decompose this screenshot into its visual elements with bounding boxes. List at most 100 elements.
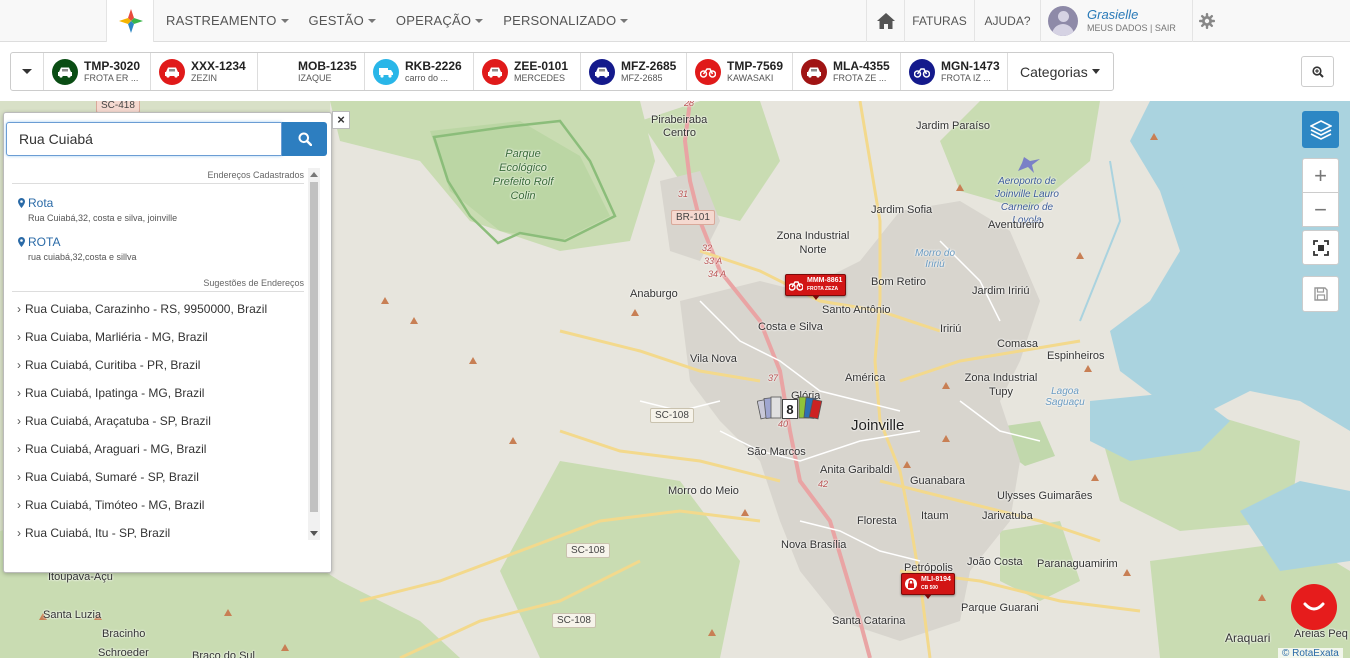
chevron-right-icon: › [17, 498, 21, 512]
address-suggestion-item[interactable]: › Rua Cuiabá, Curitiba - PR, Brazil [12, 351, 304, 379]
cluster-count: 8 [782, 399, 798, 419]
layers-button[interactable] [1302, 111, 1339, 148]
vehicle-list-dropdown[interactable] [11, 53, 44, 90]
menu-gestao[interactable]: GESTÃO [299, 0, 386, 42]
fit-bounds-button[interactable] [1302, 230, 1339, 265]
map-label: Costa e Silva [758, 321, 823, 333]
saved-address-item[interactable]: ROTA rua cuiabá,32,costa e sillva [12, 223, 304, 262]
vehicle-name: FROTA ER ... [84, 73, 139, 83]
map-label: Lagoa Saguaçu [1045, 386, 1085, 408]
search-button[interactable] [282, 122, 327, 156]
map-label: Comasa [997, 338, 1038, 350]
map-label: Schroeder [98, 647, 149, 658]
road-shield: BR-101 [671, 210, 715, 225]
zoom-in-button[interactable]: + [1302, 158, 1339, 193]
road-number: 37 [768, 373, 779, 383]
menu-rastreamento[interactable]: RASTREAMENTO [156, 0, 299, 42]
vehicle-plate: MOB-1235 [298, 59, 357, 73]
vehicle-chip[interactable]: MFZ-2685 MFZ-2685 [581, 53, 687, 90]
vehicle-chip[interactable]: TMP-7569 KAWASAKI [687, 53, 793, 90]
vehicle-name: FROTA IZ ... [941, 73, 991, 83]
vehicle-name: ZEZIN [191, 73, 217, 83]
scroll-thumb[interactable] [310, 182, 318, 512]
menu-personalizado[interactable]: PERSONALIZADO [493, 0, 638, 42]
user-name: Grasielle [1087, 7, 1139, 22]
map-label: Jardim Iririú [972, 285, 1030, 297]
vehicle-chip[interactable]: XXX-1234 ZEZIN [151, 53, 258, 90]
results-scrollbar[interactable] [308, 168, 320, 540]
address-suggestion-item[interactable]: › Rua Cuiabá, Ipatinga - MG, Brazil [12, 379, 304, 407]
marker-name: FROTA ZEZA [807, 286, 839, 292]
suggestion-text: Rua Cuiaba, Marliéria - MG, Brazil [25, 330, 208, 344]
vehicle-marker[interactable]: MLI-8194 CB 500 [901, 573, 955, 599]
vehicle-marker[interactable]: MMM-8861 FROTA ZEZA [785, 274, 847, 300]
vehicle-chip[interactable]: RKB-2226 carro do ... [365, 53, 474, 90]
map-label: Guanabara [910, 475, 966, 487]
address-suggestion-item[interactable]: › Rua Cuiaba, Marliéria - MG, Brazil [12, 323, 304, 351]
map-label: Iririú [940, 323, 962, 335]
map-label: Jardim Paraíso [916, 120, 990, 132]
vehicle-chip[interactable]: ZEE-0101 MERCEDES [474, 53, 581, 90]
map-label: Jarivatuba [982, 510, 1033, 522]
vehicle-cluster[interactable]: 8 [756, 396, 823, 426]
vehicle-chip[interactable]: MGN-1473 FROTA IZ ... [901, 53, 1008, 90]
scroll-up-icon[interactable] [310, 172, 318, 177]
road-shield: SC-108 [552, 613, 596, 628]
vehicle-plate: TMP-7569 [727, 59, 784, 73]
settings-button[interactable] [1192, 0, 1220, 42]
saved-address-text: rua cuiabá,32,costa e sillva [28, 252, 137, 262]
address-suggestion-item[interactable]: › Rua Cuiabá, Itu - SP, Brazil [12, 519, 304, 538]
save-map-button[interactable] [1302, 276, 1339, 312]
vehicle-chip[interactable]: MLA-4355 FROTA ZE ... [793, 53, 901, 90]
map-credit[interactable]: © RotaExata [1278, 648, 1343, 658]
saved-address-item[interactable]: Rota Rua Cuiabá,32, costa e silva, joinvi… [12, 184, 304, 223]
map-label: Anita Garibaldi [820, 464, 893, 476]
vehicle-plate: RKB-2226 [405, 59, 462, 73]
map-label: Santa Catarina [832, 615, 906, 627]
user-links[interactable]: MEUS DADOS | SAIR [1087, 22, 1176, 35]
chevron-right-icon: › [17, 330, 21, 344]
zoom-search-button[interactable] [1301, 56, 1334, 87]
vehicle-plate: TMP-3020 [84, 59, 141, 73]
chevron-right-icon: › [17, 358, 21, 372]
close-search-button[interactable]: × [332, 111, 350, 129]
chat-button[interactable] [1291, 584, 1337, 630]
search-results: Endereços Cadastrados Rota Rua Cuiabá,32,… [12, 168, 304, 538]
zoom-out-button[interactable]: − [1302, 192, 1339, 227]
vehicle-name: IZAQUE [298, 73, 332, 83]
motorcycle-icon [695, 58, 721, 85]
car-icon [159, 58, 185, 85]
search-icon [298, 132, 312, 146]
chevron-down-icon [475, 19, 484, 23]
address-suggestion-item[interactable]: › Rua Cuiaba, Carazinho - RS, 9950000, Br… [12, 295, 304, 323]
scroll-down-icon[interactable] [310, 531, 318, 536]
map-label: Santo Antônio [822, 304, 891, 316]
fullscreen-icon [1312, 239, 1329, 256]
vehicle-chip[interactable]: MOB-1235 IZAQUE [258, 53, 365, 90]
categories-dropdown[interactable]: Categorias [1008, 53, 1112, 90]
brand-logo[interactable] [106, 0, 154, 42]
faturas-link[interactable]: FATURAS [904, 0, 974, 42]
menu-operacao[interactable]: OPERAÇÃO [386, 0, 493, 42]
map-label: Espinheiros [1047, 350, 1105, 362]
car-icon [589, 58, 615, 85]
address-suggestion-item[interactable]: › Rua Cuiabá, Araçatuba - SP, Brazil [12, 407, 304, 435]
chevron-right-icon: › [17, 386, 21, 400]
address-suggestion-item[interactable]: › Rua Cuiabá, Sumaré - SP, Brazil [12, 463, 304, 491]
app-root: RASTREAMENTO GESTÃO OPERAÇÃO PERSONALIZA… [0, 0, 1350, 658]
map-label: Aventureiro [988, 219, 1045, 231]
home-button[interactable] [866, 0, 904, 42]
map-label: Paranaguamirim [1037, 558, 1118, 570]
vehicle-plate: MLA-4355 [833, 59, 890, 73]
suggestion-text: Rua Cuiabá, Araçatuba - SP, Brazil [25, 414, 211, 428]
vehicle-chip[interactable]: TMP-3020 FROTA ER ... [44, 53, 151, 90]
address-suggestion-item[interactable]: › Rua Cuiabá, Timóteo - MG, Brazil [12, 491, 304, 519]
help-link[interactable]: AJUDA? [974, 0, 1040, 42]
address-suggestion-item[interactable]: › Rua Cuiabá, Araguari - MG, Brazil [12, 435, 304, 463]
user-menu[interactable]: Grasielle MEUS DADOS | SAIR [1040, 0, 1192, 42]
map-label: Morro do Meio [668, 485, 739, 497]
map-label: Araquari [1225, 631, 1271, 645]
address-search-input[interactable] [6, 122, 282, 156]
map-label: Vila Nova [690, 353, 737, 365]
suggestion-text: Rua Cuiabá, Araguari - MG, Brazil [25, 442, 207, 456]
